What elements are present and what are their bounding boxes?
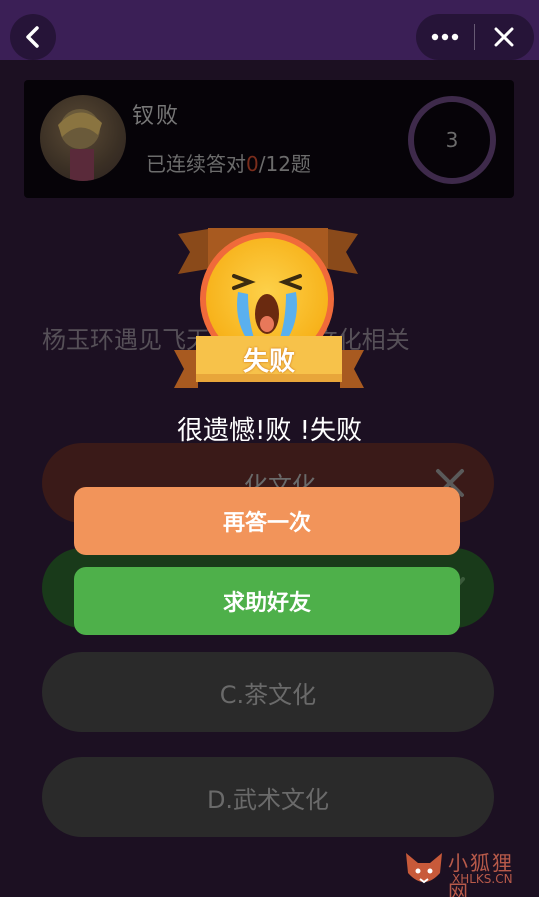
watermark: 小狐狸网 XHLKS.CN [402,845,534,897]
mini-program-capsule [416,14,534,60]
ask-friend-button[interactable]: 求助好友 [74,567,460,635]
nav-bar [0,0,539,60]
more-button[interactable] [416,14,474,60]
streak-counter: 已连续答对0/12题 [146,148,311,177]
fail-message: 很遗憾!败 !失败 [176,416,363,446]
close-button[interactable] [475,14,533,60]
more-dots-icon [431,33,459,41]
player-avatar [40,95,126,181]
player-name: 钗败 [132,104,181,129]
option-d[interactable]: D.武术文化 [42,757,494,837]
option-c-label: C.茶文化 [219,680,317,709]
streak-count: 0 [246,152,259,176]
option-d-label: D.武术文化 [206,785,330,814]
back-button[interactable] [10,14,56,60]
streak-prefix: 已连续答对 [146,152,246,176]
close-icon [494,27,514,47]
option-c[interactable]: C.茶文化 [42,652,494,732]
retry-button[interactable]: 再答一次 [74,487,460,555]
streak-suffix: /12题 [258,152,311,176]
countdown-timer: 3 [408,96,496,184]
chevron-left-icon [26,26,39,48]
fail-badge-label: 失败 [242,346,295,377]
watermark-url: XHLKS.CN [452,872,513,886]
fox-logo-icon [406,853,442,884]
timer-value: 3 [445,128,459,152]
